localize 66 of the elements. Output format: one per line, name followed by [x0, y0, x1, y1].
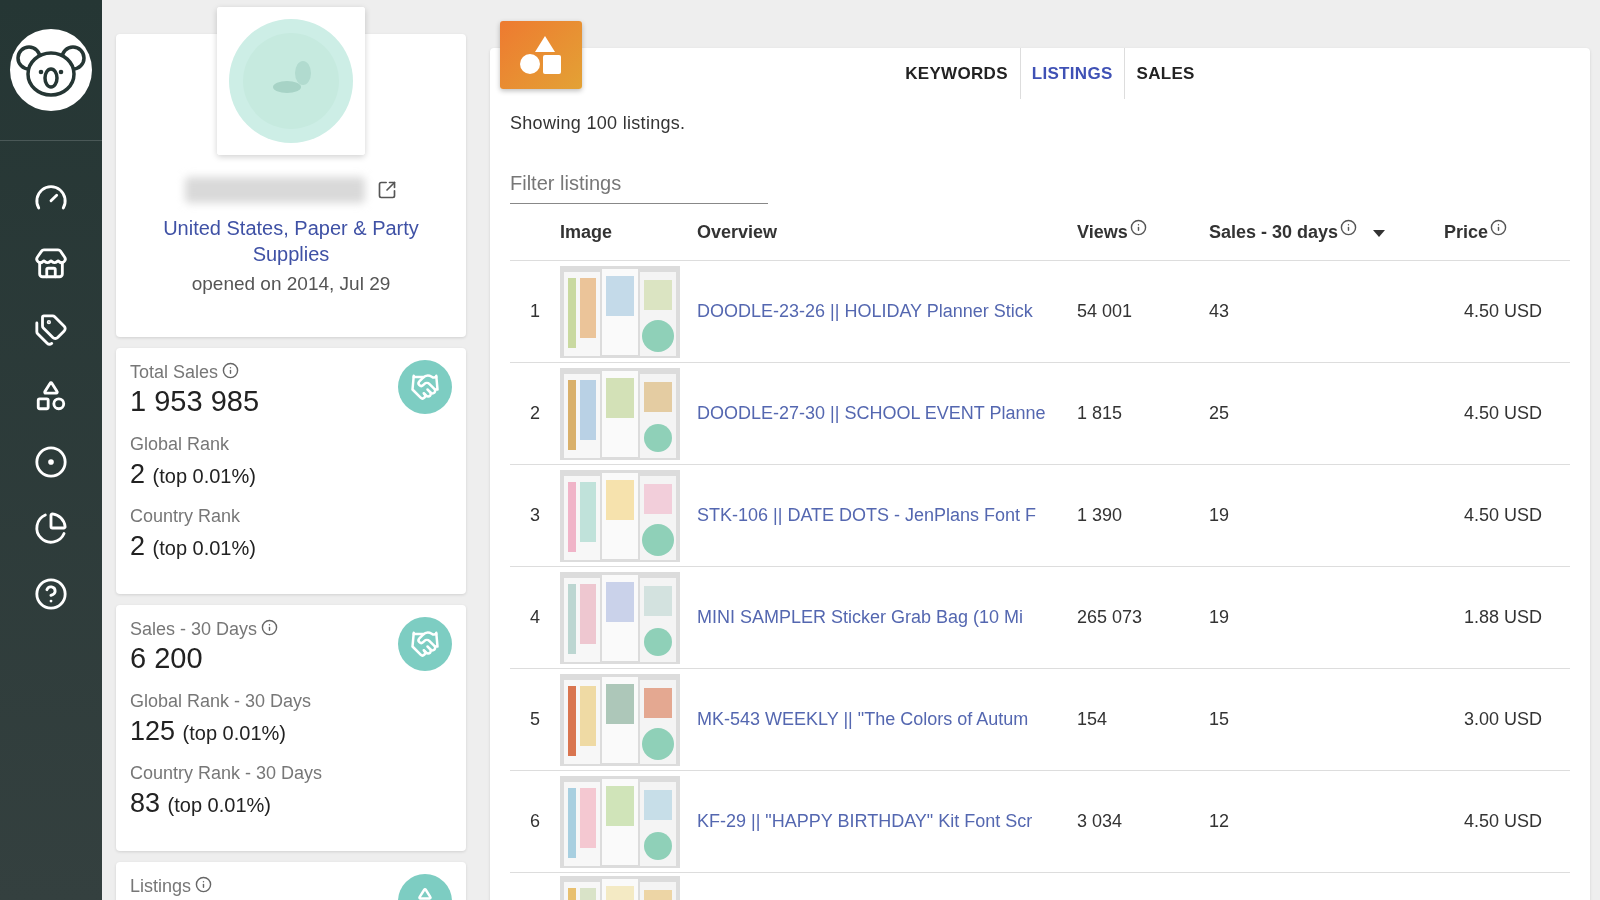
stat-value: 6 200 [130, 642, 203, 675]
price-cell-text: 4.50 USD [1463, 403, 1544, 424]
views-cell-text: 154 [1077, 709, 1109, 730]
info-icon[interactable] [1129, 218, 1147, 236]
views-cell-text: 265 073 [1077, 607, 1144, 628]
listing-title-link[interactable]: KF-29 || "HAPPY BIRTHDAY" Kit Font Scr [697, 811, 1077, 832]
sales-cell-text: 19 [1209, 505, 1231, 526]
sales-cell-text: 19 [1209, 607, 1231, 628]
sales-cell-text: 12 [1209, 811, 1231, 832]
row-number: 1 [529, 301, 541, 322]
handshake-icon [410, 372, 440, 402]
rank-label: Global Rank - 30 Days [130, 691, 312, 712]
sales-cell-text: 43 [1209, 301, 1231, 322]
sort-caret-icon[interactable] [1373, 229, 1386, 238]
listing-count: Showing 100 listings. [510, 113, 686, 134]
row-number: 4 [529, 607, 541, 628]
listing-title-link[interactable]: DOODLE-23-26 || HOLIDAY Planner Stick [697, 301, 1077, 322]
column-header[interactable]: Overview [697, 221, 778, 243]
row-number: 6 [529, 811, 541, 832]
tab[interactable]: LISTINGS [1019, 48, 1125, 99]
column-header[interactable]: Views [1077, 221, 1147, 243]
koala-logo[interactable] [9, 28, 93, 112]
row-number: 2 [529, 403, 541, 424]
external-link-icon[interactable] [377, 180, 397, 200]
info-icon[interactable] [261, 619, 279, 636]
info-icon[interactable] [222, 362, 240, 379]
row-number: 3 [529, 505, 541, 526]
rank-label: Global Rank [130, 434, 230, 455]
listing-title-link[interactable]: MK-543 WEEKLY || "The Colors of Autum [697, 709, 1077, 730]
shapes-icon [519, 34, 563, 76]
price-cell-text: 3.00 USD [1463, 709, 1544, 730]
rank-value: 83 (top 0.01%) [130, 788, 271, 819]
views-cell-text: 1 815 [1077, 403, 1124, 424]
price-cell-text: 4.50 USD [1463, 301, 1544, 322]
column-header[interactable]: Image [560, 221, 613, 243]
views-cell-text: 54 001 [1077, 301, 1134, 322]
rank-value: 125 (top 0.01%) [130, 716, 286, 747]
listing-title-link[interactable]: DOODLE-27-30 || SCHOOL EVENT Planne [697, 403, 1077, 424]
listing-title-link[interactable]: STK-106 || DATE DOTS - JenPlans Font F [697, 505, 1077, 526]
views-cell-text: 1 390 [1077, 505, 1124, 526]
sales-cell-text: 25 [1209, 403, 1231, 424]
rank-label: Country Rank [130, 506, 241, 527]
stat-value: 1 953 985 [130, 385, 259, 418]
price-cell-text: 4.50 USD [1463, 811, 1544, 832]
stat-label: Sales - 30 Days [130, 619, 258, 640]
rank-label: Country Rank - 30 Days [130, 763, 323, 784]
price-cell-text: 1.88 USD [1463, 607, 1544, 628]
views-cell-text: 3 034 [1077, 811, 1124, 832]
price-cell-text: 4.50 USD [1463, 505, 1544, 526]
listing-title-link[interactable]: MINI SAMPLER Sticker Grab Bag (10 Mi [697, 607, 1077, 628]
sales-cell-text: 15 [1209, 709, 1231, 730]
rank-value: 2 (top 0.01%) [130, 459, 256, 490]
shop-location-link[interactable]: United States, Paper & Party Supplies [136, 215, 446, 267]
info-icon[interactable] [1340, 218, 1358, 236]
info-icon[interactable] [195, 876, 213, 893]
stat-label: Total Sales [130, 362, 219, 383]
tab[interactable]: KEYWORDS [893, 48, 1020, 99]
rank-value: 2 (top 0.01%) [130, 531, 256, 562]
row-number: 5 [529, 709, 541, 730]
column-header[interactable]: Price [1444, 221, 1508, 243]
column-header[interactable]: Sales - 30 days [1209, 221, 1386, 243]
info-icon[interactable] [1490, 218, 1508, 236]
stat-label: Listings [130, 876, 192, 897]
handshake-icon [410, 629, 440, 659]
opened-date: opened on 2014, Jul 29 [191, 273, 391, 295]
tab[interactable]: SALES [1124, 48, 1207, 99]
